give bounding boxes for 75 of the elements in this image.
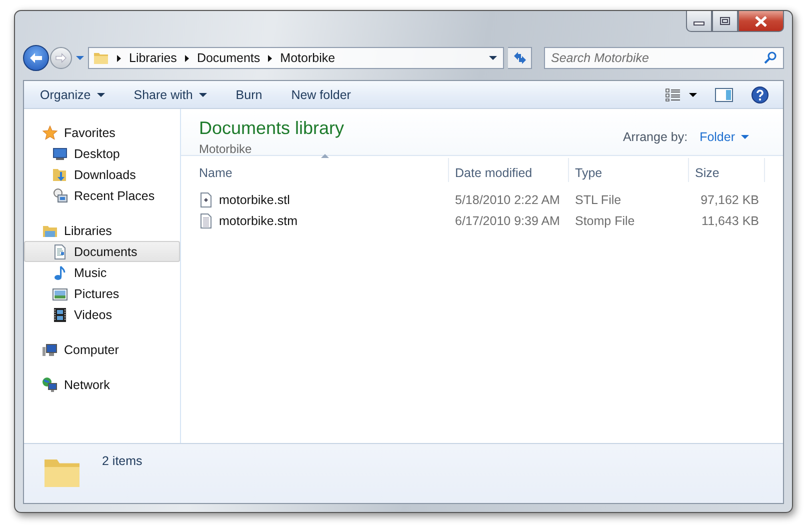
sort-arrow-icon <box>320 154 328 158</box>
file-name-cell[interactable]: motorbike.stl <box>193 189 449 210</box>
computer-icon <box>42 342 58 358</box>
size-cell-text: 11,643 KB <box>700 212 760 230</box>
toolbar-button[interactable]: Organize <box>34 88 111 102</box>
search-field[interactable]: Search Motorbike <box>544 47 784 69</box>
arrange-dropdown[interactable]: Folder <box>700 130 749 144</box>
navigation-item[interactable]: Videos <box>24 304 180 325</box>
back-button[interactable] <box>23 45 49 71</box>
minimize-button[interactable] <box>686 11 712 32</box>
help-icon <box>751 86 769 104</box>
navigation-item[interactable]: Desktop <box>24 143 180 164</box>
navigation-group[interactable]: Network <box>24 374 180 395</box>
navigation-group[interactable]: Libraries <box>24 220 180 241</box>
caret-icon <box>198 92 207 96</box>
close-button[interactable] <box>738 11 784 32</box>
caret-icon <box>689 92 697 96</box>
toolbar-button[interactable]: New folder <box>285 88 357 102</box>
file-name-cell[interactable]: motorbike.stm <box>193 210 449 231</box>
maximize-icon <box>719 16 731 26</box>
caret-icon <box>76 56 84 60</box>
preview-pane-icon <box>715 88 733 102</box>
refresh-button[interactable] <box>508 47 532 69</box>
film-strip-icon <box>52 306 68 322</box>
file-icon <box>198 192 214 208</box>
folder-icon <box>93 50 109 66</box>
date-cell-text: 5/18/2010 2:22 AM <box>454 192 561 208</box>
text-file-icon <box>198 212 214 228</box>
breadcrumb[interactable]: Libraries <box>129 51 177 65</box>
document-icon <box>52 244 68 260</box>
caret-icon <box>96 92 105 96</box>
address-bar[interactable]: Libraries Documents Motorbike <box>88 47 504 69</box>
type-cell-text: Stomp File <box>574 212 636 230</box>
library-subtitle: Motorbike <box>199 142 253 156</box>
picture-frame-icon <box>52 286 68 302</box>
navigation-group[interactable]: Favorites <box>24 122 180 143</box>
toolbar-button[interactable]: Share with <box>128 88 213 102</box>
caret-icon <box>741 135 749 139</box>
size-cell-text: 97,162 KB <box>700 192 760 208</box>
breadcrumb[interactable]: Motorbike <box>280 51 336 65</box>
chevron-icon <box>184 54 189 62</box>
details-view-icon <box>665 88 681 102</box>
toolbar-button[interactable]: Burn <box>230 88 268 102</box>
navigation-item[interactable]: Recent Places <box>24 185 180 206</box>
star-icon <box>42 124 58 140</box>
arrow-right-icon <box>55 53 67 63</box>
dropdown-caret-icon <box>489 56 497 60</box>
refresh-arrows-icon <box>512 51 528 65</box>
chevron-icon <box>268 54 272 62</box>
type-cell-text: STL File <box>574 192 622 208</box>
arrange-label: Arrange by: <box>622 130 688 144</box>
column-header[interactable]: Date modified <box>449 158 569 182</box>
navigation-item[interactable]: Pictures <box>24 283 180 304</box>
search-icon <box>764 51 777 64</box>
history-dropdown[interactable] <box>76 56 84 60</box>
column-header[interactable]: Size <box>689 158 765 182</box>
monitor-icon <box>52 146 68 162</box>
network-globe-icon <box>42 376 58 392</box>
maximize-button[interactable] <box>712 11 738 32</box>
close-icon <box>754 16 768 26</box>
item-count: 2 items <box>102 454 142 468</box>
chevron-icon <box>117 54 121 62</box>
navigation-item[interactable]: Music <box>24 262 180 283</box>
navigation-item[interactable]: Documents <box>24 241 180 262</box>
date-cell-text: 6/17/2010 9:39 AM <box>454 212 561 230</box>
navigation-group[interactable]: Computer <box>24 339 180 360</box>
column-header[interactable]: Type <box>569 158 689 182</box>
library-title: Documents library <box>199 118 344 139</box>
column-header[interactable]: Name <box>193 158 449 182</box>
navigation-item[interactable]: Downloads <box>24 164 180 185</box>
arrow-left-icon <box>29 52 43 64</box>
music-note-icon <box>52 264 68 280</box>
breadcrumb[interactable]: Documents <box>196 51 260 65</box>
folder-download-icon <box>52 166 68 182</box>
recent-places-icon <box>52 188 68 204</box>
